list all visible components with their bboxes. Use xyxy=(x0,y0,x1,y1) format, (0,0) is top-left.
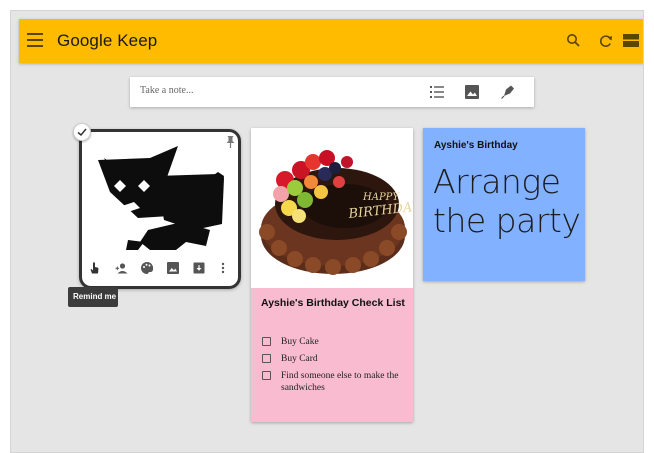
image-icon[interactable] xyxy=(166,261,180,275)
note-select-check[interactable] xyxy=(73,123,91,141)
cake-image-area: HAPPY BIRTHDAY xyxy=(251,128,423,288)
keep-window: Google Keep Take a note... Remind me HAP… xyxy=(10,10,644,453)
checkbox[interactable] xyxy=(262,354,271,363)
checklist-item-text: Buy Cake xyxy=(281,337,319,347)
check-icon xyxy=(77,128,87,137)
dog-icon xyxy=(98,146,224,250)
checkbox[interactable] xyxy=(262,337,271,346)
checkbox[interactable] xyxy=(262,371,271,380)
note-birthday-checklist[interactable]: HAPPY BIRTHDAY Ayshie's Birthday Check L… xyxy=(251,128,423,422)
checklist-item-text: Find someone else to make the sandwiches xyxy=(281,371,399,393)
menu-icon[interactable] xyxy=(27,33,43,47)
note-body: Arrange the party xyxy=(433,162,581,240)
refresh-icon[interactable] xyxy=(597,32,615,50)
remind-me-tooltip: Remind me xyxy=(68,287,118,307)
palette-icon[interactable] xyxy=(140,261,154,275)
birthday-cake-image: HAPPY BIRTHDAY xyxy=(259,150,423,275)
take-note-placeholder[interactable]: Take a note... xyxy=(140,85,193,96)
app-bar: Google Keep xyxy=(19,19,643,63)
checklist-item-text: Buy Card xyxy=(281,354,318,364)
more-icon[interactable] xyxy=(216,261,230,275)
search-icon[interactable] xyxy=(565,32,583,50)
pin-icon[interactable] xyxy=(226,136,235,148)
tooltip-text: Remind me xyxy=(73,292,117,301)
note-toolbar xyxy=(82,258,238,280)
note-birthday-text[interactable]: Ayshie's Birthday Arrange the party xyxy=(423,128,585,281)
pen-icon[interactable] xyxy=(501,85,515,99)
take-note-bar[interactable]: Take a note... xyxy=(130,77,534,107)
app-title: Google Keep xyxy=(57,31,158,50)
checklist-title: Ayshie's Birthday Check List xyxy=(261,297,405,309)
remind-me-icon[interactable] xyxy=(88,261,102,275)
collaborator-icon[interactable] xyxy=(115,261,129,275)
archive-icon[interactable] xyxy=(192,261,206,275)
note-title: Ayshie's Birthday xyxy=(434,140,518,151)
note-dog-image[interactable] xyxy=(79,129,241,289)
list-view-icon[interactable] xyxy=(623,34,639,47)
image-icon[interactable] xyxy=(465,85,479,99)
checklist-icon[interactable] xyxy=(430,85,444,99)
